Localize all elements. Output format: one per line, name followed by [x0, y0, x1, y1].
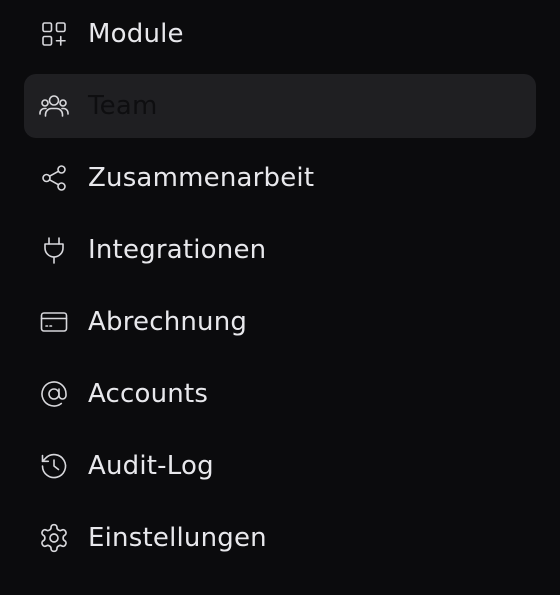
menu-item-label: Accounts	[88, 379, 209, 409]
menu-item-label: Audit-Log	[88, 451, 214, 481]
menu-item-label: Integrationen	[88, 235, 267, 265]
menu-item-abrechnung[interactable]: Abrechnung	[24, 290, 536, 354]
history-icon	[38, 450, 70, 482]
menu-item-accounts[interactable]: Accounts	[24, 362, 536, 426]
menu-item-label: Team	[88, 91, 158, 121]
menu-item-label: Module	[88, 19, 184, 49]
modules-grid-plus-icon	[38, 18, 70, 50]
menu-item-zusammenarbeit[interactable]: Zusammenarbeit	[24, 146, 536, 210]
plug-icon	[38, 234, 70, 266]
share-nodes-icon	[38, 162, 70, 194]
menu-item-module[interactable]: Module	[24, 2, 536, 66]
gear-icon	[38, 522, 70, 554]
menu-item-integrationen[interactable]: Integrationen	[24, 218, 536, 282]
menu-item-label: Einstellungen	[88, 523, 267, 553]
menu-item-einstellungen[interactable]: Einstellungen	[24, 506, 536, 570]
at-sign-icon	[38, 378, 70, 410]
users-icon	[38, 90, 70, 122]
credit-card-icon	[38, 306, 70, 338]
menu-item-label: Abrechnung	[88, 307, 248, 337]
menu-item-label: Zusammenarbeit	[88, 163, 315, 193]
settings-sidebar-menu: Module Team Zusammenarbeit Integrationen…	[0, 0, 560, 595]
menu-item-audit-log[interactable]: Audit-Log	[24, 434, 536, 498]
menu-item-team[interactable]: Team	[24, 74, 536, 138]
